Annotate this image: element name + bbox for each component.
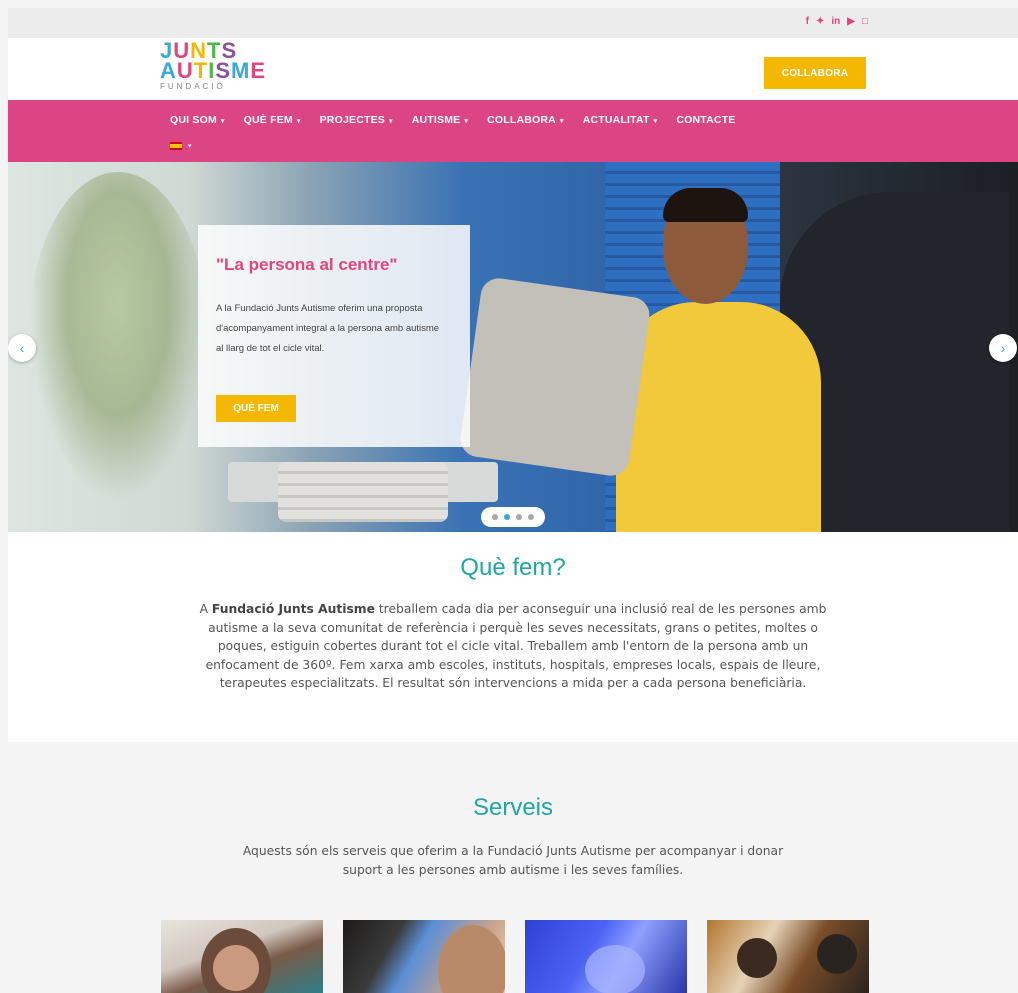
section-text: A Fundació Junts Autisme treballem cada …	[188, 600, 838, 693]
logo-line-fundacio: FUNDACIÓ	[160, 82, 226, 91]
section-title: Serveis	[472, 794, 554, 821]
slider-prev-arrow-icon[interactable]: ‹	[8, 334, 36, 362]
logo-line-autisme: AUTISME	[160, 58, 267, 83]
facebook-icon[interactable]: f	[806, 16, 809, 28]
nav-item-label: QUI SOM	[170, 114, 217, 126]
logo-letter: E	[250, 58, 267, 83]
logo-letter: S	[215, 58, 232, 83]
top-social-bar: f ✦ in ▶ □	[8, 8, 1018, 38]
logo-letter: U	[176, 58, 194, 83]
youtube-icon[interactable]: ▶	[847, 16, 855, 28]
nav-item-label: PROJECTES	[319, 114, 385, 126]
hero-plant-image	[28, 172, 208, 502]
chevron-down-icon: ▾	[296, 118, 301, 125]
collabora-button[interactable]: COLLABORA	[764, 57, 866, 89]
hero-title: "La persona al centre"	[216, 255, 398, 274]
site-logo[interactable]: JUNTS AUTISME FUNDACIÓ	[160, 40, 267, 92]
twitter-icon[interactable]: ✦	[816, 16, 824, 28]
nav-item-label: COLLABORA	[487, 114, 556, 126]
service-image[interactable]	[161, 920, 323, 993]
chevron-down-icon: ▾	[188, 143, 192, 150]
hero-slider: ‹ ›	[8, 162, 1018, 532]
nav-item-label: AUTISME	[411, 114, 461, 126]
nav-item-actualitat[interactable]: ACTUALITAT ▾	[583, 114, 658, 126]
nav-item-label: CONTACTE	[676, 114, 736, 126]
logo-letter: A	[160, 58, 177, 83]
services-grid	[161, 920, 869, 993]
hero-person-hair	[663, 188, 748, 222]
nav-item-projectes[interactable]: PROJECTES ▾	[320, 114, 393, 126]
section-title: Què fem?	[460, 554, 566, 581]
nav-item-label: QUÈ FEM	[243, 114, 293, 126]
slider-next-arrow-icon[interactable]: ›	[989, 334, 1017, 362]
hero-cushions-image	[278, 462, 448, 522]
text-bold: Fundació Junts Autisme	[211, 602, 375, 616]
social-links: f ✦ in ▶ □	[806, 16, 868, 28]
logo-letter: M	[231, 58, 251, 83]
logo-letter: T	[193, 58, 209, 83]
section-text: Aquests són els serveis que oferim a la …	[242, 844, 784, 877]
spanish-flag-icon	[170, 142, 182, 150]
slider-dot[interactable]	[516, 514, 522, 520]
chevron-down-icon: ▾	[464, 118, 469, 125]
linkedin-icon[interactable]: in	[831, 16, 840, 28]
nav-item-contacte[interactable]: CONTACTE	[676, 114, 735, 126]
chevron-down-icon: ▾	[653, 118, 658, 125]
hero-person-shirt	[616, 302, 821, 532]
site-header: JUNTS AUTISME FUNDACIÓ COLLABORA	[8, 38, 1018, 100]
hero-pillow-image	[458, 276, 652, 478]
nav-menu: QUI SOM ▾ QUÈ FEM ▾ PROJECTES ▾ AUTISME ▾ COLLAB…	[170, 114, 736, 126]
language-selector[interactable]: ▾	[170, 142, 192, 150]
que-fem-section: Què fem? A Fundació Junts Autisme trebal…	[8, 532, 1018, 742]
service-image[interactable]	[525, 920, 687, 993]
que-fem-button[interactable]: QUÈ FEM	[216, 395, 296, 422]
instagram-icon[interactable]: □	[862, 16, 868, 28]
nav-item-label: ACTUALITAT	[582, 114, 650, 126]
hero-caption-card: "La persona al centre" A la Fundació Jun…	[198, 225, 470, 447]
text-pre: A	[199, 602, 212, 616]
service-image[interactable]	[343, 920, 505, 993]
nav-item-qui-som[interactable]: QUI SOM ▾	[170, 114, 225, 126]
chevron-down-icon: ▾	[389, 118, 393, 125]
nav-item-collabora[interactable]: COLLABORA ▾	[487, 114, 564, 126]
service-image[interactable]	[707, 920, 869, 993]
main-navigation: QUI SOM ▾ QUÈ FEM ▾ PROJECTES ▾ AUTISME ▾ COLLAB…	[8, 100, 1018, 162]
nav-item-qu-fem[interactable]: QUÈ FEM ▾	[244, 114, 301, 126]
slider-dot[interactable]	[528, 514, 534, 520]
slider-pagination	[481, 507, 545, 527]
chevron-down-icon: ▾	[559, 118, 564, 125]
chevron-down-icon: ▾	[220, 118, 225, 125]
hero-text: A la Fundació Junts Autisme oferim una p…	[216, 303, 440, 354]
slider-dot[interactable]	[492, 514, 498, 520]
slider-dot[interactable]	[504, 514, 510, 520]
nav-item-autisme[interactable]: AUTISME ▾	[412, 114, 468, 126]
serveis-section: Serveis Aquests són els serveis que ofer…	[8, 742, 1018, 993]
